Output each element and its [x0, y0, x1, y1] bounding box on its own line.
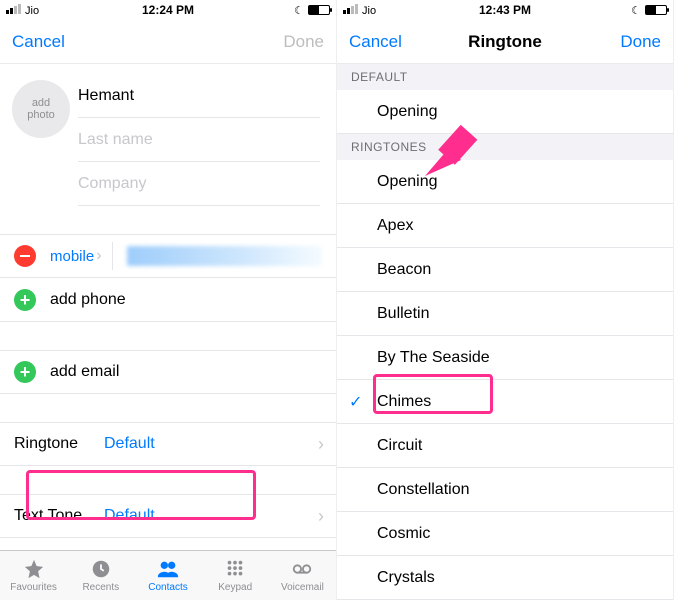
texttone-value: Default — [104, 507, 155, 525]
section-header-ringtones: RINGTONES — [337, 134, 673, 160]
done-button[interactable]: Done — [620, 32, 661, 52]
ringtone-item[interactable]: ✓ Chimes — [337, 380, 673, 424]
ringtone-item[interactable]: Cosmic — [337, 512, 673, 556]
ringtone-item-label: Beacon — [377, 261, 431, 279]
tab-bar: Favourites Recents Contacts Keypad Voice… — [0, 550, 336, 600]
ringtone-item-label: Chimes — [377, 393, 431, 411]
add-email-label: add email — [50, 363, 119, 381]
section-header-default: DEFAULT — [337, 64, 673, 90]
ringtone-item[interactable]: Circuit — [337, 424, 673, 468]
company-field[interactable]: Company — [78, 162, 320, 206]
navbar: Cancel Ringtone Done — [337, 20, 673, 64]
keypad-icon — [223, 558, 247, 580]
texttone-label: Text Tone — [14, 507, 104, 525]
ringtone-item[interactable]: Apex — [337, 204, 673, 248]
done-button[interactable]: Done — [283, 32, 324, 52]
tab-favourites[interactable]: Favourites — [0, 551, 67, 600]
chevron-right-icon: › — [96, 247, 101, 265]
tab-keypad[interactable]: Keypad — [202, 551, 269, 600]
ringtone-label: Ringtone — [14, 435, 104, 453]
status-bar: Jio 12:24 PM ☾ — [0, 0, 336, 20]
ringtone-item-label: Cosmic — [377, 525, 430, 543]
contacts-icon — [156, 558, 180, 580]
add-phone-icon — [14, 289, 36, 311]
default-ringtone-item[interactable]: Opening — [337, 90, 673, 134]
add-email-row[interactable]: add email — [0, 350, 336, 394]
phone-row[interactable]: mobile › — [0, 234, 336, 278]
navbar: Cancel Done — [0, 20, 336, 64]
annotation-arrow-icon — [417, 104, 497, 184]
phone-ringtone-picker: Jio 12:43 PM ☾ Cancel Ringtone Done DEFA… — [337, 0, 674, 600]
chevron-right-icon: › — [318, 434, 324, 455]
ringtone-item[interactable]: Constellation — [337, 468, 673, 512]
battery-icon — [308, 5, 330, 15]
ringtone-item-label: Circuit — [377, 437, 422, 455]
add-phone-label: add phone — [50, 291, 126, 309]
star-icon — [22, 558, 46, 580]
ringtone-item[interactable]: Crystals — [337, 556, 673, 600]
phone-type[interactable]: mobile — [50, 248, 94, 265]
phone-edit-contact: Jio 12:24 PM ☾ Cancel Done add photo Hem… — [0, 0, 337, 600]
cancel-button[interactable]: Cancel — [12, 32, 65, 52]
ringtone-item-label: By The Seaside — [377, 349, 490, 367]
clock: 12:43 PM — [337, 3, 673, 17]
tab-recents[interactable]: Recents — [67, 551, 134, 600]
ringtone-item-label: Crystals — [377, 569, 435, 587]
add-email-icon — [14, 361, 36, 383]
chevron-right-icon: › — [318, 506, 324, 527]
ringtone-item[interactable]: By The Seaside — [337, 336, 673, 380]
battery-icon — [645, 5, 667, 15]
status-bar: Jio 12:43 PM ☾ — [337, 0, 673, 20]
ringtone-item-label: Bulletin — [377, 305, 429, 323]
add-phone-row[interactable]: add phone — [0, 278, 336, 322]
check-icon: ✓ — [349, 392, 362, 412]
voicemail-icon — [290, 558, 314, 580]
phone-number-value[interactable] — [127, 246, 322, 266]
add-photo-button[interactable]: add photo — [12, 80, 70, 138]
last-name-field[interactable]: Last name — [78, 118, 320, 162]
ringtone-item-label: Constellation — [377, 481, 470, 499]
ringtone-list[interactable]: DEFAULT Opening RINGTONES Opening Apex Bea… — [337, 64, 673, 600]
texttone-row[interactable]: Text Tone Default › — [0, 494, 336, 538]
clock: 12:24 PM — [0, 3, 336, 17]
clock-icon — [89, 558, 113, 580]
edit-contact-content: add photo Hemant Last name Company mobil… — [0, 64, 336, 550]
remove-phone-icon[interactable] — [14, 245, 36, 267]
ringtone-item[interactable]: Beacon — [337, 248, 673, 292]
tab-contacts[interactable]: Contacts — [134, 551, 201, 600]
tab-voicemail[interactable]: Voicemail — [269, 551, 336, 600]
ringtone-item[interactable]: Bulletin — [337, 292, 673, 336]
first-name-field[interactable]: Hemant — [78, 74, 320, 118]
ringtone-item-label: Apex — [377, 217, 413, 235]
ringtone-row[interactable]: Ringtone Default › — [0, 422, 336, 466]
cancel-button[interactable]: Cancel — [349, 32, 402, 52]
ringtone-item[interactable]: Opening — [337, 160, 673, 204]
ringtone-value: Default — [104, 435, 155, 453]
